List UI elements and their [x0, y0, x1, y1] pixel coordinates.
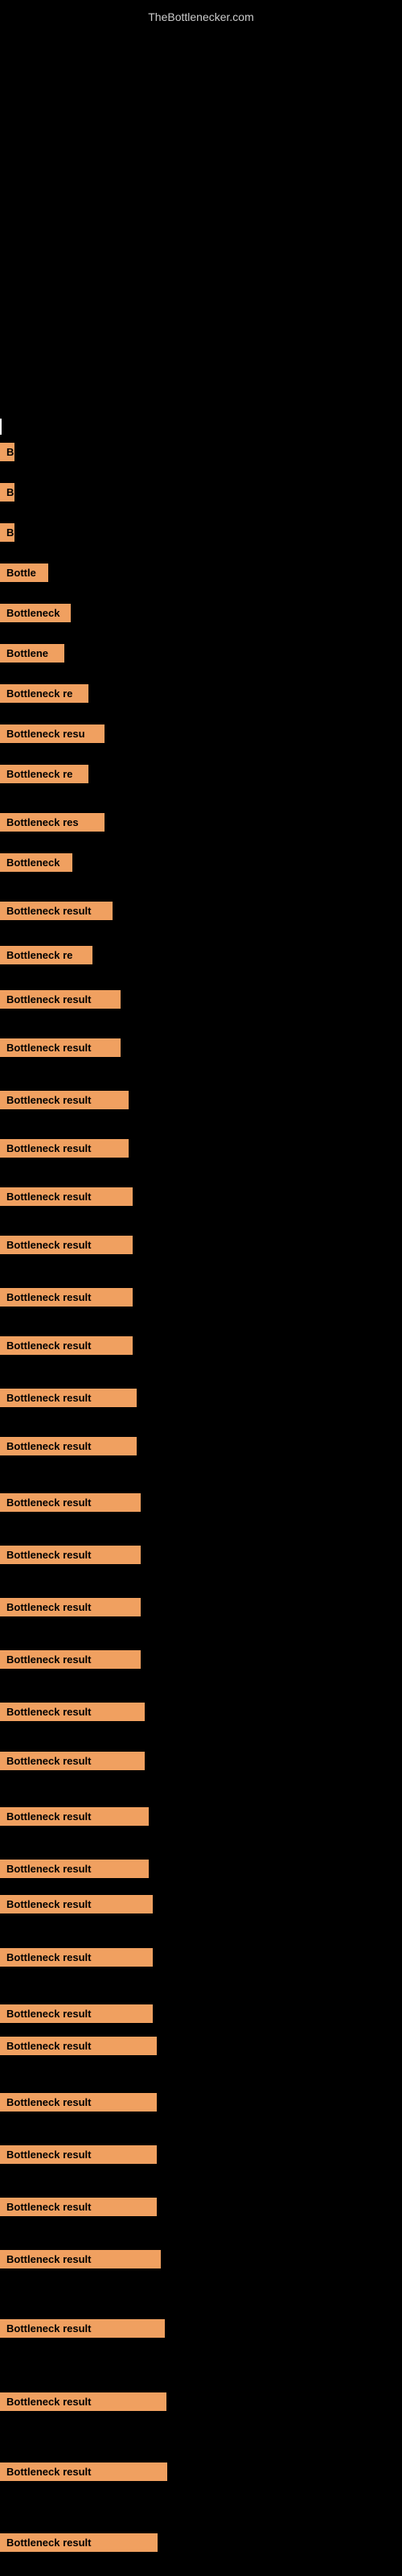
- bottleneck-result-item: Bottleneck res: [0, 813, 105, 832]
- bottleneck-result-item: B: [0, 443, 14, 461]
- bottleneck-result-item: Bottleneck result: [0, 2319, 165, 2338]
- bottleneck-result-item: Bottleneck result: [0, 2145, 157, 2164]
- bottleneck-result-item: Bottleneck result: [0, 2392, 166, 2411]
- bottleneck-result-item: Bottleneck result: [0, 1389, 137, 1407]
- site-title: TheBottlenecker.com: [0, 4, 402, 30]
- bottleneck-result-item: Bottleneck result: [0, 1752, 145, 1770]
- bottleneck-result-item: Bottleneck result: [0, 1437, 137, 1455]
- bottleneck-result-item: Bottleneck re: [0, 765, 88, 783]
- bottleneck-result-item: Bottleneck result: [0, 2533, 158, 2552]
- bottleneck-result-item: Bottleneck result: [0, 1187, 133, 1206]
- bottleneck-result-item: Bottleneck result: [0, 1650, 141, 1669]
- bottleneck-result-item: B: [0, 483, 14, 502]
- bottleneck-result-item: Bottleneck result: [0, 2250, 161, 2268]
- bottleneck-result-item: Bottleneck result: [0, 2462, 167, 2481]
- bottleneck-result-item: Bottleneck result: [0, 1860, 149, 1878]
- bottleneck-result-item: Bottleneck result: [0, 2037, 157, 2055]
- bottleneck-result-item: Bottleneck: [0, 853, 72, 872]
- cursor-indicator: [0, 419, 2, 435]
- bottleneck-result-item: Bottleneck: [0, 604, 71, 622]
- bottleneck-result-item: Bottleneck result: [0, 2004, 153, 2023]
- bottleneck-result-item: Bottleneck result: [0, 902, 113, 920]
- bottleneck-result-item: Bottleneck result: [0, 1038, 121, 1057]
- bottleneck-result-item: Bottleneck re: [0, 946, 92, 964]
- bottleneck-result-item: Bottleneck result: [0, 990, 121, 1009]
- bottleneck-result-item: Bottleneck result: [0, 1336, 133, 1355]
- bottleneck-result-item: Bottleneck result: [0, 2093, 157, 2112]
- bottleneck-result-item: Bottleneck result: [0, 1091, 129, 1109]
- bottleneck-result-item: Bottleneck result: [0, 1598, 141, 1616]
- bottleneck-result-item: Bottlene: [0, 644, 64, 663]
- bottleneck-result-item: Bottleneck re: [0, 684, 88, 703]
- bottleneck-result-item: Bottleneck result: [0, 2198, 157, 2216]
- bottleneck-result-item: Bottleneck result: [0, 1546, 141, 1564]
- bottleneck-result-item: Bottleneck result: [0, 1493, 141, 1512]
- bottleneck-result-item: Bottleneck result: [0, 1236, 133, 1254]
- bottleneck-result-item: Bottleneck result: [0, 1948, 153, 1967]
- bottleneck-result-item: Bottleneck result: [0, 1807, 149, 1826]
- bottleneck-result-item: Bottleneck result: [0, 1703, 145, 1721]
- bottleneck-result-item: Bottleneck result: [0, 1139, 129, 1158]
- bottleneck-result-item: Bottleneck result: [0, 1288, 133, 1307]
- bottleneck-result-item: Bottleneck resu: [0, 724, 105, 743]
- bottleneck-result-item: B: [0, 523, 14, 542]
- bottleneck-result-item: Bottle: [0, 564, 48, 582]
- bottleneck-result-item: Bottleneck result: [0, 1895, 153, 1913]
